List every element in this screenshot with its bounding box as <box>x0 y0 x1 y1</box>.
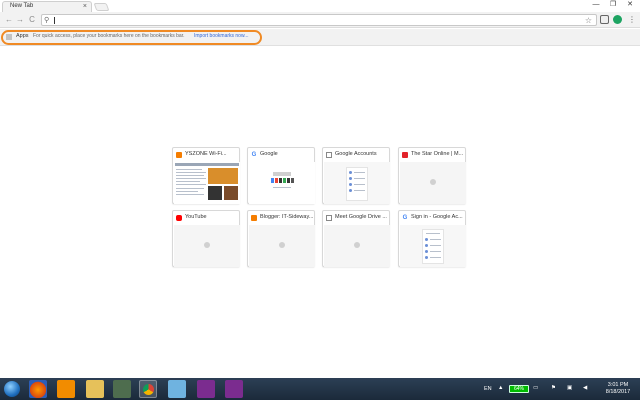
clock-time: 3:01 PM <box>607 382 629 388</box>
tile-header: G Sign in - Google Ac... <box>399 211 465 225</box>
tile-title: The Star Online | M... <box>411 151 464 157</box>
tile-header: G Google <box>248 148 314 162</box>
placeholder-dot <box>204 242 210 248</box>
tile-thumbnail <box>400 162 466 204</box>
google-g-icon: G <box>251 152 257 158</box>
volume-icon[interactable]: ◀ <box>583 385 587 391</box>
tile-thumbnail <box>324 225 390 267</box>
google-g-icon: G <box>402 215 408 221</box>
document-icon <box>326 215 332 221</box>
title-bar: New Tab × — ❐ ✕ <box>0 0 640 12</box>
media-player-icon[interactable] <box>57 380 75 398</box>
tile-header: Meet Google Drive ... <box>323 211 389 225</box>
blogger-icon <box>176 152 182 158</box>
chevron-up-icon[interactable]: ▲ <box>498 385 503 391</box>
chrome-taskbar-button[interactable] <box>139 380 157 398</box>
battery-icon[interactable]: 64% <box>509 385 529 393</box>
browser-window: New Tab × — ❐ ✕ ← → C ⚲ ☆ ⋮ Apps For qui… <box>0 0 640 400</box>
minimize-button[interactable]: — <box>588 0 604 9</box>
firefox-icon[interactable] <box>29 380 47 398</box>
tile-youtube[interactable]: YouTube <box>172 210 240 267</box>
search-icon: ⚲ <box>44 17 50 24</box>
tile-header: YouTube <box>173 211 239 225</box>
extension-icon[interactable] <box>600 15 609 24</box>
tile-yszone[interactable]: YSZONE Wi-Fi... <box>172 147 240 204</box>
bookmarks-hint: For quick access, place your bookmarks h… <box>33 33 185 39</box>
start-button[interactable] <box>4 381 20 397</box>
file-explorer-icon[interactable] <box>86 380 104 398</box>
app-icon[interactable] <box>168 380 186 398</box>
tab-title: New Tab <box>10 3 34 9</box>
flag-icon[interactable]: ⚑ <box>551 385 556 391</box>
bookmark-star-icon[interactable]: ☆ <box>585 15 592 26</box>
tile-header: Blogger: IT-Sideway... <box>248 211 314 225</box>
network-icon[interactable]: ▭ <box>533 385 538 391</box>
apps-grid-icon[interactable] <box>6 34 12 40</box>
toolbar: ← → C ⚲ ☆ ⋮ <box>0 12 640 28</box>
text-cursor <box>54 17 55 24</box>
tab-close-icon[interactable]: × <box>83 2 87 11</box>
thestar-icon <box>402 152 408 158</box>
tile-thumbnail <box>174 162 240 204</box>
placeholder-dot <box>354 242 360 248</box>
tile-blogger[interactable]: Blogger: IT-Sideway... <box>247 210 315 267</box>
tile-header: The Star Online | M... <box>399 148 465 162</box>
terminal-icon[interactable] <box>113 380 131 398</box>
language-indicator[interactable]: EN <box>484 386 492 392</box>
tile-title: YouTube <box>185 214 207 220</box>
address-bar[interactable]: ⚲ ☆ <box>41 14 597 26</box>
tile-title: Sign in - Google Ac... <box>411 214 463 220</box>
tile-google[interactable]: G Google <box>247 147 315 204</box>
tile-thumbnail <box>400 225 466 267</box>
tile-header: YSZONE Wi-Fi... <box>173 148 239 162</box>
blogger-icon <box>251 215 257 221</box>
youtube-icon <box>176 215 182 221</box>
clock[interactable]: 3:01 PM 8/18/2017 <box>600 382 636 396</box>
tile-thumbnail <box>249 162 315 204</box>
apps-button[interactable]: Apps <box>16 33 29 39</box>
reload-button[interactable]: C <box>27 15 37 25</box>
grammarly-icon[interactable] <box>613 15 622 24</box>
import-bookmarks-link[interactable]: Import bookmarks now... <box>194 33 248 39</box>
document-icon <box>326 152 332 158</box>
onenote-2-icon[interactable] <box>225 380 243 398</box>
tile-thumbnail <box>324 162 390 204</box>
tile-the-star[interactable]: The Star Online | M... <box>398 147 466 204</box>
bookmarks-bar: Apps For quick access, place your bookma… <box>0 29 640 46</box>
tile-title: Meet Google Drive ... <box>335 214 387 220</box>
tile-thumbnail <box>174 225 240 267</box>
maximize-button[interactable]: ❐ <box>605 0 621 9</box>
onenote-icon[interactable] <box>197 380 215 398</box>
chrome-icon <box>143 384 154 395</box>
battery-percent: 64% <box>513 386 524 392</box>
tile-title: Blogger: IT-Sideway... <box>260 214 313 220</box>
tile-google-accounts[interactable]: Google Accounts <box>322 147 390 204</box>
close-window-button[interactable]: ✕ <box>622 0 638 9</box>
tile-title: Google <box>260 151 278 157</box>
tab-new-tab[interactable]: New Tab × <box>2 1 92 12</box>
placeholder-dot <box>279 242 285 248</box>
forward-button[interactable]: → <box>15 15 25 25</box>
placeholder-dot <box>430 179 436 185</box>
tile-title: Google Accounts <box>335 151 377 157</box>
taskbar: EN ▲ 64% ▭ ⚑ ▣ ◀ 3:01 PM 8/18/2017 <box>0 378 640 400</box>
tile-thumbnail <box>249 225 315 267</box>
tile-title: YSZONE Wi-Fi... <box>185 151 227 157</box>
tile-header: Google Accounts <box>323 148 389 162</box>
clock-date: 8/18/2017 <box>605 389 631 395</box>
new-tab-button[interactable] <box>93 3 110 11</box>
menu-icon[interactable]: ⋮ <box>628 14 636 25</box>
back-button[interactable]: ← <box>4 15 14 25</box>
display-icon[interactable]: ▣ <box>567 385 572 391</box>
tile-google-signin[interactable]: G Sign in - Google Ac... <box>398 210 466 267</box>
tile-google-drive[interactable]: Meet Google Drive ... <box>322 210 390 267</box>
